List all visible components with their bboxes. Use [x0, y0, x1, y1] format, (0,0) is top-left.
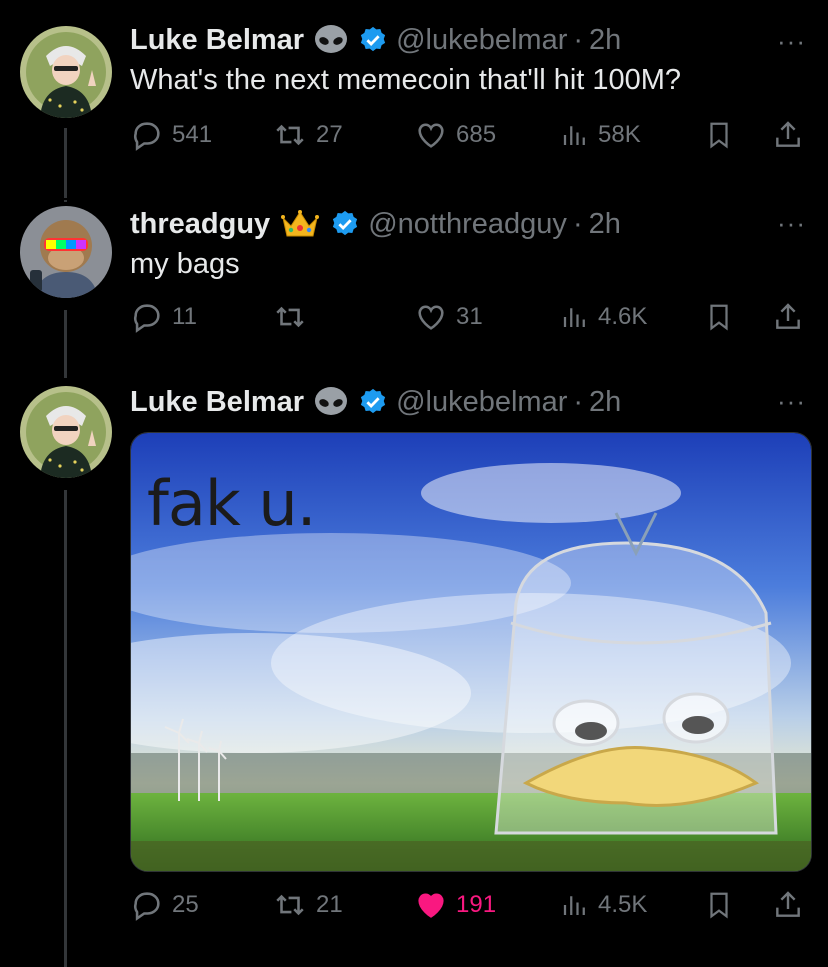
retweet-icon — [276, 124, 304, 146]
avatar-lukebelmar[interactable] — [20, 26, 112, 118]
avatar-lukebelmar[interactable] — [20, 386, 112, 478]
display-name[interactable]: Luke Belmar — [130, 24, 304, 57]
tweet-text: my bags — [130, 248, 240, 280]
action-bar: 541 27 685 58K — [130, 118, 810, 158]
views-icon — [563, 126, 585, 145]
retweet-button[interactable] — [272, 300, 316, 334]
like-button[interactable]: 685 — [414, 118, 496, 152]
action-bar: 25 21 191 4.5K — [130, 888, 810, 928]
tweet-2[interactable]: threadguy @notthreadguy · 2h ··· my bags… — [0, 200, 828, 378]
reply-count: 11 — [172, 303, 197, 330]
heart-icon — [418, 123, 444, 148]
separator-dot: · — [573, 23, 584, 56]
like-button[interactable]: 31 — [414, 300, 483, 334]
share-icon — [776, 891, 800, 917]
tweet-media-image[interactable]: fak u. — [130, 432, 812, 872]
share-icon — [776, 121, 800, 147]
retweet-button[interactable]: 27 — [272, 118, 343, 152]
bookmark-icon — [710, 304, 728, 331]
views-button[interactable]: 58K — [560, 118, 641, 152]
avatar-threadguy[interactable] — [20, 206, 112, 298]
view-count: 4.5K — [598, 891, 648, 918]
retweet-icon — [276, 306, 304, 328]
tweet-1[interactable]: Luke Belmar @lukebelmar · 2h ··· What's … — [0, 0, 828, 200]
crown-icon — [280, 208, 320, 240]
views-icon — [563, 896, 585, 915]
tweet-text: What's the next memecoin that'll hit 100… — [130, 64, 682, 96]
bookmark-button[interactable] — [704, 300, 734, 334]
bookmark-button[interactable] — [704, 118, 734, 152]
like-count: 685 — [456, 121, 497, 148]
verified-badge-icon[interactable] — [358, 387, 388, 417]
timestamp[interactable]: 2h — [589, 208, 621, 241]
bookmark-button[interactable] — [704, 888, 734, 922]
media-caption: fak u. — [147, 467, 316, 540]
thread-line — [64, 310, 67, 378]
like-button[interactable]: 191 — [414, 888, 496, 922]
action-bar: 11 31 4.6K — [130, 300, 810, 340]
share-button[interactable] — [772, 300, 804, 334]
handle[interactable]: @lukebelmar — [396, 386, 567, 419]
retweet-button[interactable]: 21 — [272, 888, 343, 922]
retweet-count: 21 — [316, 891, 343, 918]
view-count: 58K — [598, 121, 641, 148]
reply-button[interactable]: 11 — [130, 300, 197, 334]
separator-dot: · — [572, 207, 583, 240]
bookmark-icon — [710, 122, 728, 149]
handle[interactable]: @lukebelmar — [396, 24, 567, 57]
display-name[interactable]: Luke Belmar — [130, 386, 304, 419]
alien-icon — [314, 387, 348, 417]
more-icon[interactable]: ··· — [777, 386, 806, 417]
verified-badge-icon[interactable] — [358, 25, 388, 55]
like-count: 31 — [456, 303, 483, 330]
share-button[interactable] — [772, 118, 804, 152]
views-button[interactable]: 4.6K — [560, 300, 647, 334]
reply-button[interactable]: 541 — [130, 118, 212, 152]
reply-count: 541 — [172, 121, 213, 148]
timestamp[interactable]: 2h — [589, 386, 621, 419]
share-icon — [776, 303, 800, 329]
retweet-count: 27 — [316, 121, 343, 148]
separator-dot: · — [573, 385, 584, 418]
display-name[interactable]: threadguy — [130, 208, 270, 241]
thread-line — [64, 128, 67, 198]
reply-icon — [134, 892, 160, 921]
reply-button[interactable]: 25 — [130, 888, 199, 922]
heart-icon — [418, 305, 444, 330]
more-icon[interactable]: ··· — [777, 208, 806, 239]
views-button[interactable]: 4.5K — [560, 888, 647, 922]
like-count: 191 — [456, 891, 497, 918]
reply-icon — [134, 122, 160, 151]
view-count: 4.6K — [598, 303, 648, 330]
heart-icon — [418, 893, 444, 918]
verified-badge-icon[interactable] — [330, 209, 360, 239]
alien-icon — [314, 25, 348, 55]
reply-icon — [134, 304, 160, 333]
views-icon — [563, 308, 585, 327]
bookmark-icon — [710, 892, 728, 919]
handle[interactable]: @notthreadguy — [368, 208, 567, 241]
reply-count: 25 — [172, 891, 199, 918]
thread-line — [64, 200, 67, 202]
share-button[interactable] — [772, 888, 804, 922]
retweet-icon — [276, 894, 304, 916]
thread-line — [64, 490, 67, 967]
timestamp[interactable]: 2h — [589, 24, 621, 57]
more-icon[interactable]: ··· — [777, 26, 806, 57]
